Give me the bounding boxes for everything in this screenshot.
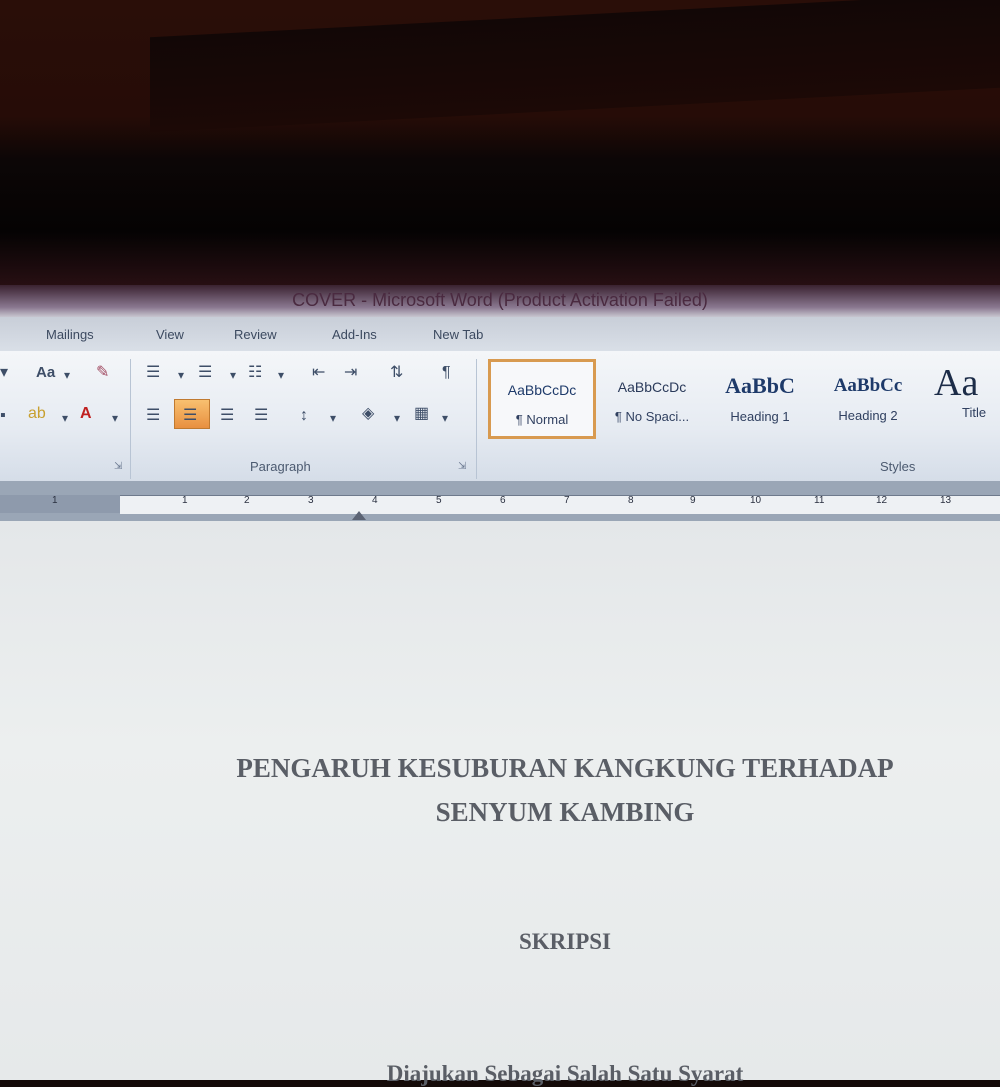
ruler-number: 1 — [52, 495, 58, 506]
ruler-number: 4 — [372, 495, 378, 506]
ruler-number: 11 — [814, 495, 825, 506]
shading-icon[interactable]: ◈ — [362, 404, 374, 424]
numbering-icon[interactable]: ☰ — [198, 363, 212, 383]
align-center-icon: ☰ — [183, 407, 198, 424]
document-title-line-1: PENGARUH KESUBURAN KANGKUNG TERHADAP — [236, 753, 894, 783]
tab-view[interactable]: View — [156, 327, 184, 342]
shading-dropdown-icon[interactable]: ▾ — [394, 408, 400, 428]
ruler-number: 7 — [564, 495, 570, 506]
show-hide-icon[interactable]: ¶ — [442, 363, 451, 383]
style-sample: AaBbC — [725, 373, 795, 398]
document-page[interactable]: PENGARUH KESUBURAN KANGKUNG TERHADAP SEN… — [0, 521, 1000, 1086]
style-sample: AaBbCcDc — [617, 379, 687, 395]
style-sample: Aa — [934, 362, 979, 404]
bullets-dropdown-icon[interactable]: ▾ — [178, 365, 184, 385]
style-normal[interactable]: AaBbCcDc ¶ Normal — [488, 359, 596, 439]
line-spacing-icon[interactable]: ↕ — [300, 406, 308, 426]
multilevel-dropdown-icon[interactable]: ▾ — [278, 365, 284, 385]
document-subtitle-line-1: Diajukan Sebagai Salah Satu Syarat — [386, 1061, 744, 1086]
style-name: Heading 2 — [838, 408, 898, 423]
ruler-number: 3 — [308, 495, 314, 506]
style-heading-2[interactable]: AaBbCc Heading 2 — [814, 359, 922, 439]
bullets-icon[interactable]: ☰ — [146, 363, 160, 383]
ribbon-tabs: Mailings View Review Add-Ins New Tab — [0, 317, 1000, 351]
tab-new-tab[interactable]: New Tab — [433, 327, 483, 342]
justify-icon[interactable]: ☰ — [254, 406, 268, 426]
font-color-dropdown-icon[interactable]: ▾ — [112, 408, 118, 428]
align-right-icon[interactable]: ☰ — [220, 406, 234, 426]
change-case-dropdown-icon[interactable]: ▾ — [64, 365, 70, 385]
horizontal-ruler[interactable]: 1 1 2 3 4 5 6 7 8 9 10 11 12 13 — [0, 481, 1000, 521]
styles-group-label: Styles — [880, 459, 916, 474]
ruler-text-area — [120, 495, 1000, 514]
ruler-margin-left — [0, 495, 120, 513]
ruler-number: 12 — [876, 495, 888, 506]
decrease-indent-icon[interactable]: ⇤ — [312, 363, 325, 383]
paragraph-dialog-launcher-icon[interactable]: ⇲ — [458, 461, 466, 472]
ruler-number: 2 — [244, 495, 250, 506]
paragraph-group-label: Paragraph — [250, 459, 311, 474]
style-title[interactable]: Aa Title — [922, 359, 1000, 439]
style-name: ¶ No Spaci... — [614, 409, 690, 424]
style-name: ¶ Normal — [515, 412, 569, 427]
style-no-spacing[interactable]: AaBbCcDc ¶ No Spaci... — [598, 359, 706, 439]
tab-add-ins[interactable]: Add-Ins — [332, 327, 377, 342]
window-title: COVER - Microsoft Word (Product Activati… — [0, 285, 1000, 317]
font-dialog-launcher-icon[interactable]: ⇲ — [114, 461, 122, 472]
ruler-number: 1 — [182, 495, 188, 506]
highlight-dropdown-icon[interactable]: ▾ — [62, 408, 68, 428]
document-type: SKRIPSI — [518, 929, 612, 954]
ruler-number: 10 — [750, 495, 762, 506]
strikethrough-icon[interactable]: ▪ — [0, 406, 6, 426]
tab-mailings[interactable]: Mailings — [46, 327, 94, 342]
ruler-number: 5 — [436, 495, 442, 506]
style-sample: AaBbCc — [833, 375, 903, 396]
ruler-number: 9 — [690, 495, 696, 506]
increase-indent-icon[interactable]: ⇥ — [344, 363, 357, 383]
group-separator — [476, 359, 477, 479]
group-separator — [130, 359, 131, 479]
clear-formatting-icon[interactable]: ✎ — [96, 363, 109, 383]
ruler-number: 6 — [500, 495, 506, 506]
font-color-icon[interactable]: A — [80, 404, 92, 424]
highlight-icon[interactable]: ab — [28, 404, 46, 424]
document-title-line-2: SENYUM KAMBING — [435, 797, 695, 827]
style-name: Title — [962, 405, 987, 420]
style-heading-1[interactable]: AaBbC Heading 1 — [706, 359, 814, 439]
borders-dropdown-icon[interactable]: ▾ — [442, 408, 448, 428]
ruler-number: 8 — [628, 495, 634, 506]
change-case-button[interactable]: Aa — [36, 363, 55, 383]
borders-icon[interactable]: ▦ — [414, 404, 429, 424]
numbering-dropdown-icon[interactable]: ▾ — [230, 365, 236, 385]
font-size-dropdown-icon[interactable]: ▾ — [0, 363, 8, 383]
align-left-icon[interactable]: ☰ — [146, 406, 160, 426]
sort-icon[interactable]: ⇅ — [390, 363, 403, 383]
multilevel-list-icon[interactable]: ☷ — [248, 363, 262, 383]
ribbon: ▾ Aa ▾ ✎ ▪ ab ▾ A ▾ ⇲ ☰ ▾ ☰ ▾ ☷ ▾ ⇤ ⇥ ⇅ … — [0, 351, 1000, 482]
style-sample: AaBbCcDc — [507, 382, 577, 398]
word-window: COVER - Microsoft Word (Product Activati… — [0, 285, 1000, 1086]
tab-review[interactable]: Review — [234, 327, 277, 342]
ruler-number: 13 — [940, 495, 952, 506]
indent-marker[interactable] — [352, 511, 366, 520]
line-spacing-dropdown-icon[interactable]: ▾ — [330, 408, 336, 428]
style-name: Heading 1 — [730, 409, 790, 424]
